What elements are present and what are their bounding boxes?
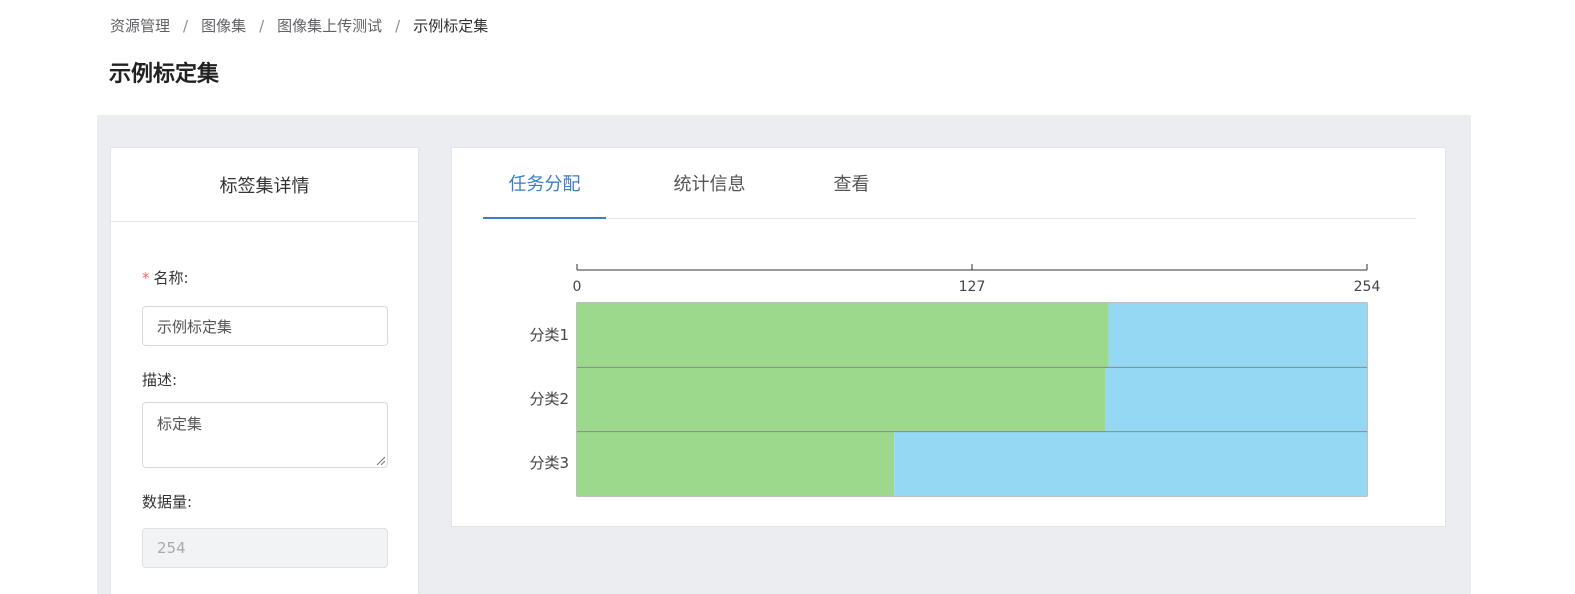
y-category-label: 分类1 [529, 326, 569, 344]
breadcrumb: 资源管理 / 图像集 / 图像集上传测试 / 示例标定集 [110, 15, 488, 36]
bar-segment-green[interactable] [577, 367, 1106, 432]
description-value: 标定集 [157, 415, 203, 433]
breadcrumb-separator: / [395, 17, 401, 35]
name-input[interactable]: 示例标定集 [142, 306, 388, 346]
x-tick-label: 0 [573, 279, 582, 295]
data-count-value: 254 [157, 539, 186, 557]
panel-header: 标签集详情 [111, 148, 418, 222]
description-textarea[interactable]: 标定集 [142, 402, 388, 468]
label-set-detail-panel: 标签集详情 * 名称: 示例标定集 描述: 标定集 数据量: 254 [110, 147, 419, 594]
breadcrumb-item-resource-management[interactable]: 资源管理 [110, 17, 170, 35]
bar-segment-green[interactable] [577, 303, 1109, 368]
name-input-value: 示例标定集 [157, 317, 233, 336]
task-distribution-chart: 0 127 254 分类1 分类2 分类3 [529, 264, 1381, 497]
y-category-label: 分类2 [529, 390, 569, 408]
breadcrumb-item-image-set[interactable]: 图像集 [201, 17, 246, 35]
breadcrumb-item-upload-test[interactable]: 图像集上传测试 [277, 17, 382, 35]
y-category-label: 分类3 [529, 454, 569, 472]
bar-segment-green[interactable] [577, 431, 895, 496]
bars-group [577, 303, 1367, 496]
required-mark: * [142, 269, 150, 287]
bar-segment-blue[interactable] [1108, 303, 1367, 368]
bar-segment-blue[interactable] [1105, 367, 1367, 432]
task-panel: 任务分配 统计信息 查看 0 127 254 分类1 分类2 分类3 [451, 147, 1446, 527]
description-field-label: 描述: [142, 371, 178, 389]
name-label-text: 名称: [153, 269, 189, 287]
bar-segment-blue[interactable] [894, 431, 1367, 496]
breadcrumb-item-current: 示例标定集 [413, 17, 489, 35]
resize-handle-icon[interactable] [375, 455, 385, 465]
breadcrumb-separator: / [259, 17, 265, 35]
data-count-input: 254 [142, 528, 388, 568]
x-tick-label: 127 [959, 279, 986, 295]
data-count-field-label: 数据量: [142, 493, 193, 511]
breadcrumb-separator: / [183, 17, 189, 35]
page-title: 示例标定集 [109, 62, 220, 87]
x-tick-label: 254 [1354, 279, 1381, 295]
name-field-label: * 名称: [142, 267, 189, 288]
